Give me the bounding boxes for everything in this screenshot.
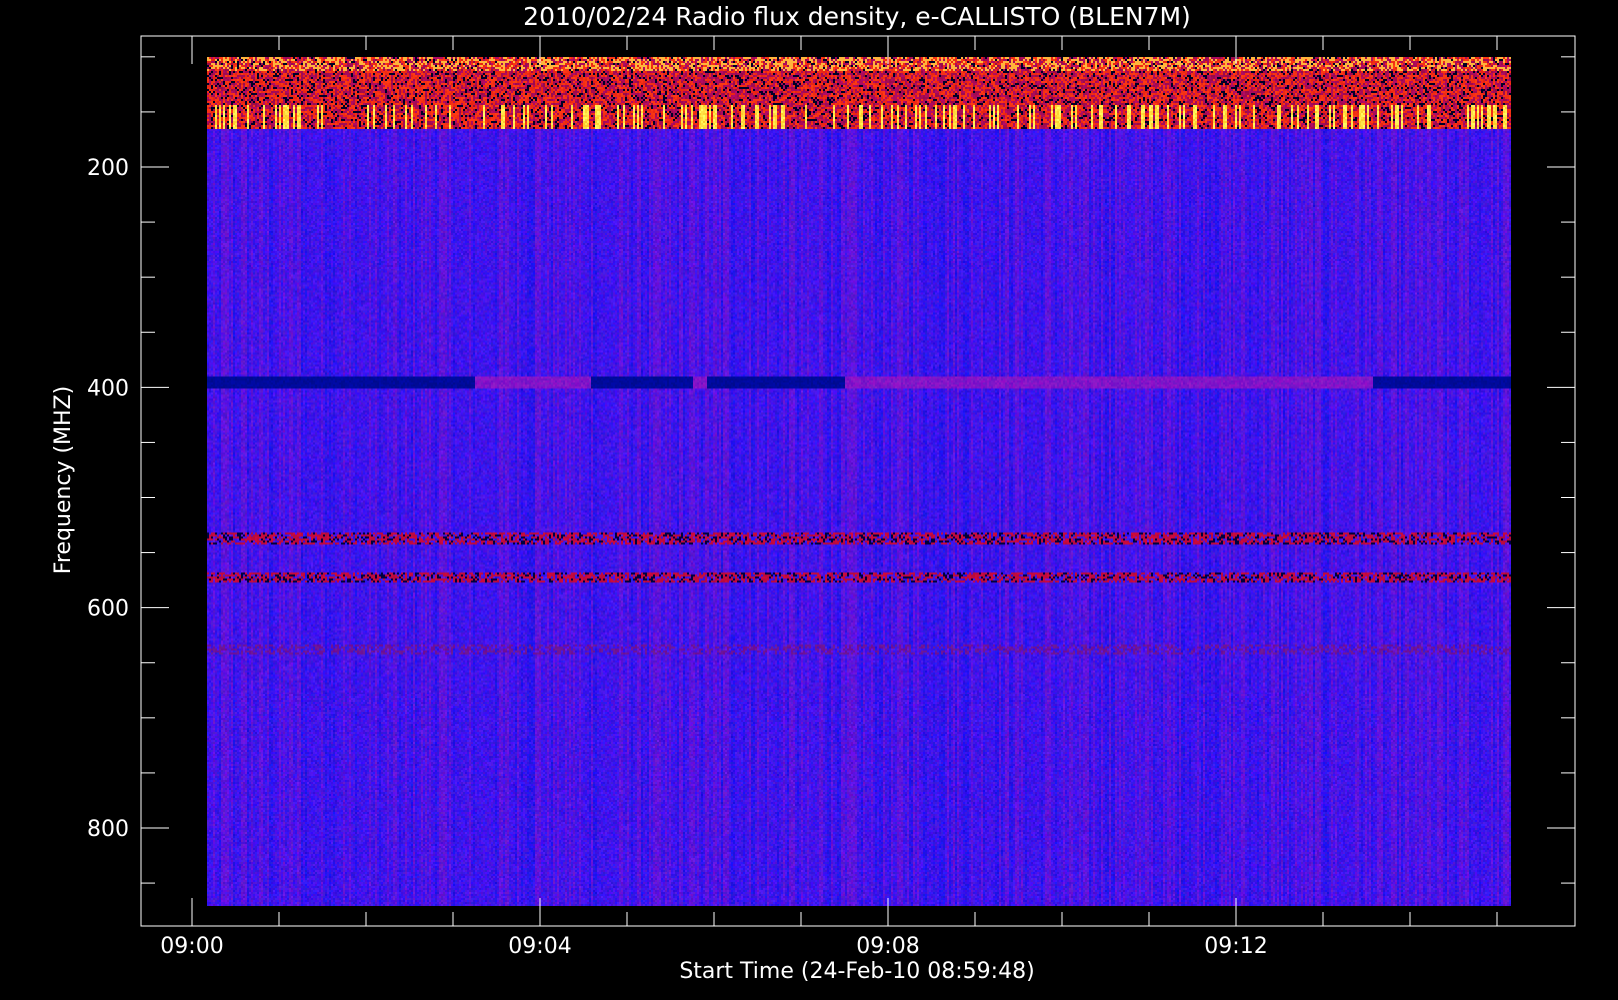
chart-title: 2010/02/24 Radio flux density, e-CALLIST…	[523, 2, 1191, 31]
spectrogram-figure: 200 400 600 800 09:00 09:04 09:08 09:12 2010/0…	[0, 0, 1618, 1000]
chart-axes: 200 400 600 800 09:00 09:04 09:08 09:12 2010/0…	[51, 2, 1576, 984]
y-tick-label: 200	[87, 156, 129, 181]
y-tick-label: 600	[87, 597, 129, 622]
x-tick-label: 09:08	[856, 934, 919, 959]
x-tick-label: 09:00	[160, 934, 223, 959]
y-axis: 200 400 600 800	[87, 56, 1575, 884]
y-axis-label: Frequency (MHZ)	[51, 386, 76, 574]
x-axis: 09:00 09:04 09:08 09:12	[160, 36, 1498, 959]
plot-frame	[140, 35, 1576, 927]
x-tick-label: 09:12	[1204, 934, 1267, 959]
y-tick-label: 400	[87, 376, 129, 401]
x-tick-label: 09:04	[508, 934, 571, 959]
y-tick-label: 800	[87, 817, 129, 842]
x-axis-label: Start Time (24-Feb-10 08:59:48)	[679, 959, 1034, 984]
